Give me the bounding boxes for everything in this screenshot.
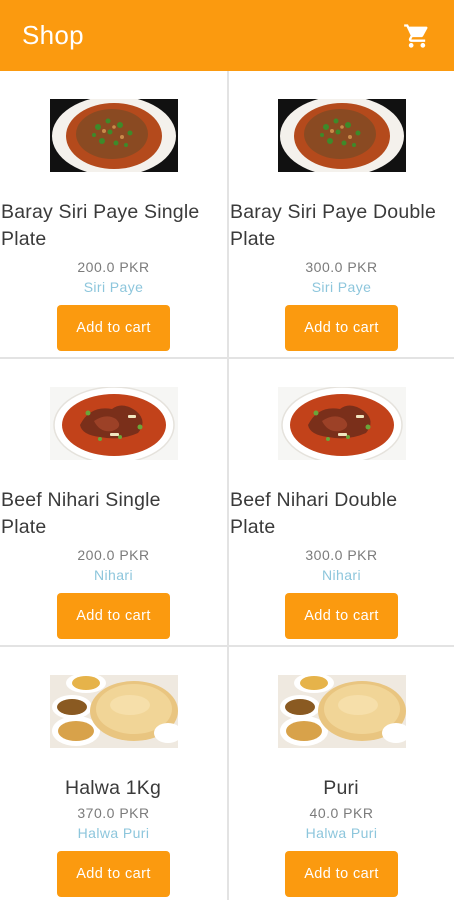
add-to-cart-button[interactable]: Add to cart [285, 851, 398, 897]
product-image [277, 387, 406, 460]
product-card[interactable]: Halwa 1Kg 370.0 PKR Halwa Puri Add to ca… [0, 647, 229, 900]
siri-paye-dish-image [49, 99, 178, 172]
cart-button[interactable] [402, 21, 432, 51]
product-price: 300.0 PKR [305, 547, 378, 563]
product-image [49, 675, 178, 748]
add-to-cart-button[interactable]: Add to cart [57, 305, 170, 351]
product-category-link[interactable]: Halwa Puri [78, 825, 150, 841]
product-card[interactable]: Baray Siri Paye Double Plate 300.0 PKR S… [229, 71, 454, 359]
halwa-puri-platter-image [277, 675, 406, 748]
product-price: 370.0 PKR [77, 805, 150, 821]
product-card[interactable]: Beef Nihari Single Plate 200.0 PKR Nihar… [0, 359, 229, 647]
page-title: Shop [22, 20, 84, 50]
product-category-link[interactable]: Halwa Puri [306, 825, 378, 841]
shopping-cart-icon [404, 23, 428, 48]
product-name: Beef Nihari Double Plate [230, 489, 398, 538]
product-price: 40.0 PKR [309, 805, 374, 821]
product-name: Beef Nihari Single Plate [1, 489, 161, 538]
nihari-dish-image [277, 387, 406, 460]
halwa-puri-platter-image [49, 675, 178, 748]
product-card[interactable]: Puri 40.0 PKR Halwa Puri Add to cart [229, 647, 454, 900]
product-category-link[interactable]: Siri Paye [312, 279, 372, 295]
product-price: 200.0 PKR [77, 259, 150, 275]
product-price: 300.0 PKR [305, 259, 378, 275]
product-image [277, 99, 406, 172]
product-category-link[interactable]: Nihari [94, 567, 133, 583]
product-price: 200.0 PKR [77, 547, 150, 563]
product-name: Baray Siri Paye Single Plate [1, 201, 200, 250]
add-to-cart-button[interactable]: Add to cart [57, 851, 170, 897]
siri-paye-dish-image [277, 99, 406, 172]
product-card[interactable]: Baray Siri Paye Single Plate 200.0 PKR S… [0, 71, 229, 359]
app-bar: Shop [0, 0, 454, 71]
product-card[interactable]: Beef Nihari Double Plate 300.0 PKR Nihar… [229, 359, 454, 647]
add-to-cart-button[interactable]: Add to cart [285, 593, 398, 639]
product-grid: Baray Siri Paye Single Plate 200.0 PKR S… [0, 71, 454, 900]
nihari-dish-image [49, 387, 178, 460]
product-category-link[interactable]: Siri Paye [84, 279, 144, 295]
product-image [49, 99, 178, 172]
product-image [49, 387, 178, 460]
add-to-cart-button[interactable]: Add to cart [57, 593, 170, 639]
product-image [277, 675, 406, 748]
product-name: Halwa 1Kg [64, 777, 162, 799]
product-name: Baray Siri Paye Double Plate [230, 201, 436, 250]
product-category-link[interactable]: Nihari [322, 567, 361, 583]
add-to-cart-button[interactable]: Add to cart [285, 305, 398, 351]
product-name: Puri [323, 777, 359, 799]
